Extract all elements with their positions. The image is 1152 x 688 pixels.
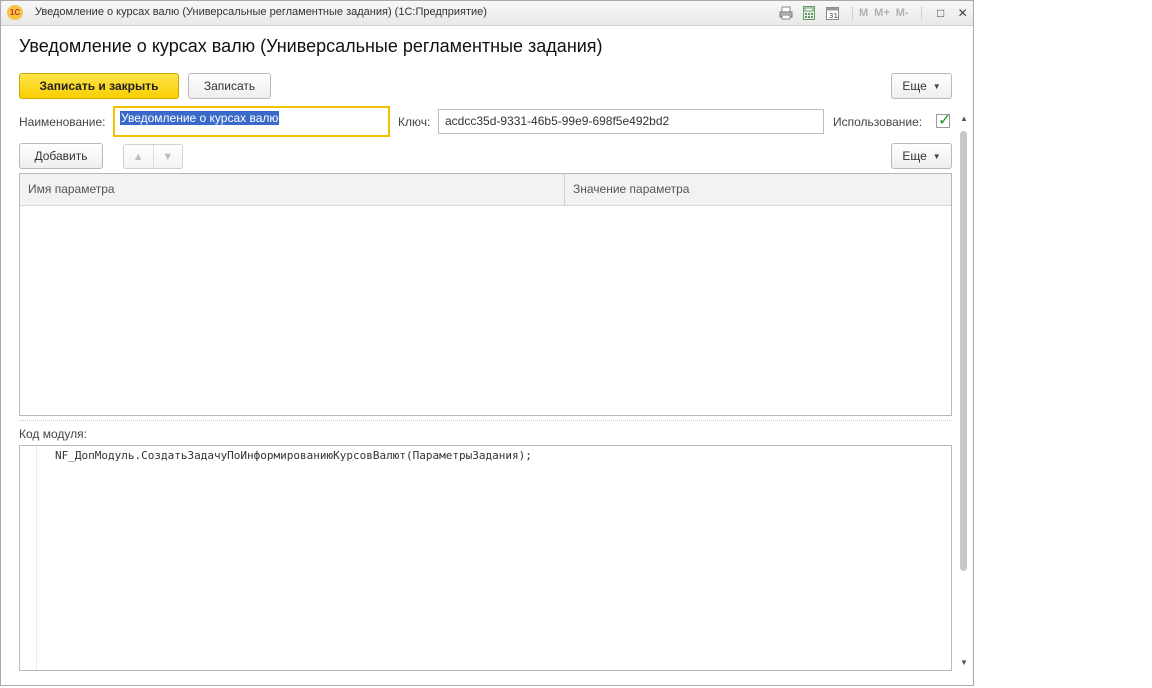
app-window: 1С Уведомление о курсах валю (Универсаль… xyxy=(0,0,974,686)
scroll-thumb[interactable] xyxy=(960,131,967,571)
move-up-icon[interactable]: ▲ xyxy=(124,145,153,168)
column-header-name[interactable]: Имя параметра xyxy=(28,182,115,196)
params-more-label: Еще xyxy=(902,149,927,163)
params-more-button[interactable]: Еще ▼ xyxy=(891,143,952,169)
name-label: Наименование: xyxy=(19,115,106,129)
toolbar-separator xyxy=(852,6,853,20)
scroll-down-icon[interactable]: ▼ xyxy=(958,657,970,669)
reorder-group: ▲ ▼ xyxy=(123,144,183,169)
usage-label: Использование: xyxy=(833,115,923,129)
memory-minus-button[interactable]: M- xyxy=(896,7,909,19)
title-bar: 1С Уведомление о курсах валю (Универсаль… xyxy=(1,1,973,26)
save-button[interactable]: Записать xyxy=(188,73,271,99)
svg-text:31: 31 xyxy=(829,12,838,20)
title-toolbar: 31 M M+ M- □ ✕ xyxy=(777,4,972,22)
module-code-editor[interactable]: NF_ДопМодуль.СоздатьЗадачуПоИнформирован… xyxy=(19,445,952,671)
scroll-up-icon[interactable]: ▲ xyxy=(958,113,970,125)
module-code-label: Код модуля: xyxy=(19,427,87,441)
add-button[interactable]: Добавить xyxy=(19,143,103,169)
vertical-scrollbar[interactable]: ▲ ▼ xyxy=(958,113,970,669)
memory-plus-button[interactable]: M+ xyxy=(874,7,890,19)
save-and-close-button[interactable]: Записать и закрыть xyxy=(19,73,179,99)
maximize-icon[interactable]: □ xyxy=(932,4,950,22)
section-divider xyxy=(19,420,952,421)
usage-checkbox[interactable]: ✓ xyxy=(936,112,951,129)
memory-button[interactable]: M xyxy=(859,7,868,19)
page-title: Уведомление о курсах валю (Универсальные… xyxy=(19,36,603,56)
column-header-value[interactable]: Значение параметра xyxy=(573,182,689,196)
code-line: NF_ДопМодуль.СоздатьЗадачуПоИнформирован… xyxy=(55,449,532,462)
app-logo: 1С xyxy=(7,5,23,20)
key-field[interactable]: acdcc35d-9331-46b5-99e9-698f5e492bd2 xyxy=(438,109,824,134)
name-field[interactable]: Уведомление о курсах валю xyxy=(113,106,390,137)
toolbar-separator xyxy=(920,6,922,20)
chevron-down-icon: ▼ xyxy=(932,151,941,161)
params-table[interactable]: Имя параметра Значение параметра xyxy=(19,173,952,416)
close-icon[interactable]: ✕ xyxy=(954,4,972,22)
calendar-icon[interactable]: 31 xyxy=(823,4,841,22)
calculator-icon[interactable] xyxy=(800,4,818,22)
checkmark-icon: ✓ xyxy=(938,112,952,129)
column-divider[interactable] xyxy=(564,174,565,205)
move-down-icon[interactable]: ▼ xyxy=(152,145,183,168)
chevron-down-icon: ▼ xyxy=(932,81,941,91)
window-title: Уведомление о курсах валю (Универсальные… xyxy=(35,6,487,18)
table-header: Имя параметра Значение параметра xyxy=(20,174,951,206)
name-field-value: Уведомление о курсах валю xyxy=(120,111,280,125)
print-icon[interactable] xyxy=(777,4,795,22)
more-button[interactable]: Еще ▼ xyxy=(891,73,952,99)
code-gutter xyxy=(20,446,37,670)
more-button-label: Еще xyxy=(902,79,927,93)
key-label: Ключ: xyxy=(398,115,431,129)
